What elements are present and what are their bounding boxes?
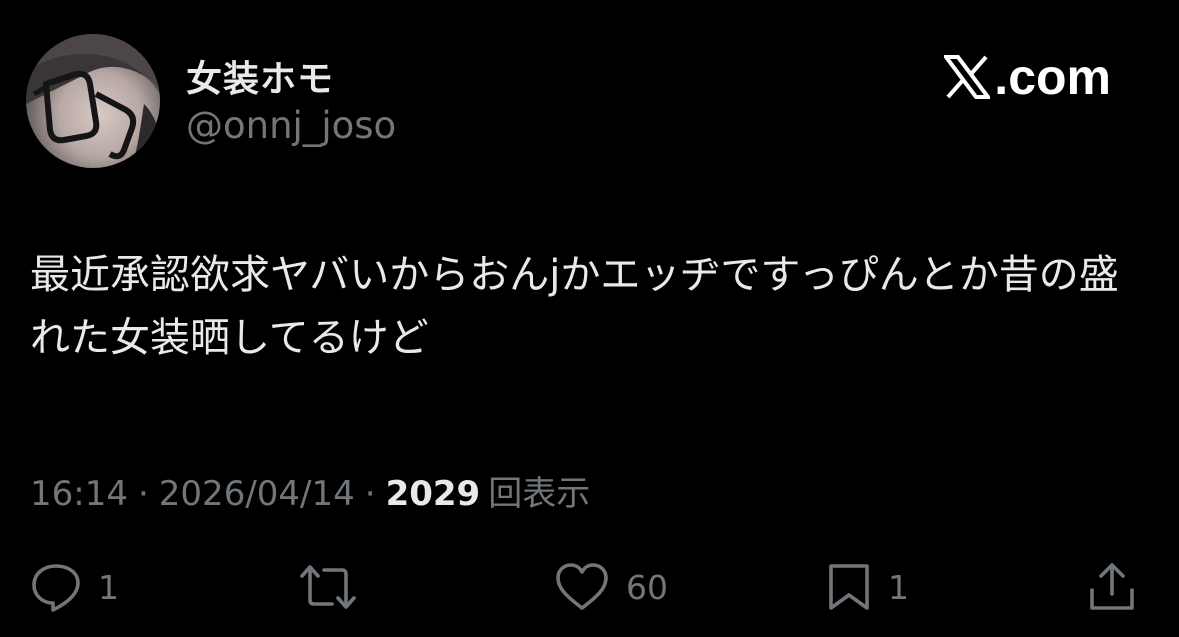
tweet-text: 最近承認欲求ヤバいからおんjかエッヂですっぴんとか昔の盛れた女装晒してるけど [30,252,1119,361]
action-bar: 1 60 1 [0,562,1179,612]
share-button[interactable] [1088,562,1136,612]
tweet-card: 女装ホモ @onnj_joso .com 最近承認欲求ヤバいからおんjかエッヂで… [0,0,1179,637]
view-count-label: 回表示 [488,474,591,514]
reply-button[interactable]: 1 [30,562,119,612]
avatar[interactable] [26,34,160,168]
retweet-button[interactable] [300,562,372,612]
display-name[interactable]: 女装ホモ [186,50,334,102]
reply-count: 1 [98,567,119,607]
brand-label: .com [994,49,1111,105]
user-handle[interactable]: @onnj_joso [186,104,396,147]
bookmark-button[interactable]: 1 [826,562,909,612]
like-count: 60 [626,567,668,607]
tweet-time[interactable]: 16:14 [30,474,128,514]
reply-icon [32,564,80,612]
brand-watermark: .com [944,48,1111,106]
tweet-meta: 16:14 · 2026/04/14 · 2029 回表示 [30,466,590,515]
meta-separator: · [364,474,376,514]
share-icon [1090,563,1134,610]
heart-icon [556,563,608,610]
tweet-date[interactable]: 2026/04/14 [159,474,355,514]
view-count: 2029 [385,474,481,514]
retweet-icon [300,565,356,609]
x-logo-icon [944,55,991,99]
meta-separator: · [137,474,149,514]
like-button[interactable]: 60 [554,562,668,612]
bookmark-icon [829,564,869,610]
bookmark-count: 1 [888,567,909,607]
profile-photo [26,34,160,168]
